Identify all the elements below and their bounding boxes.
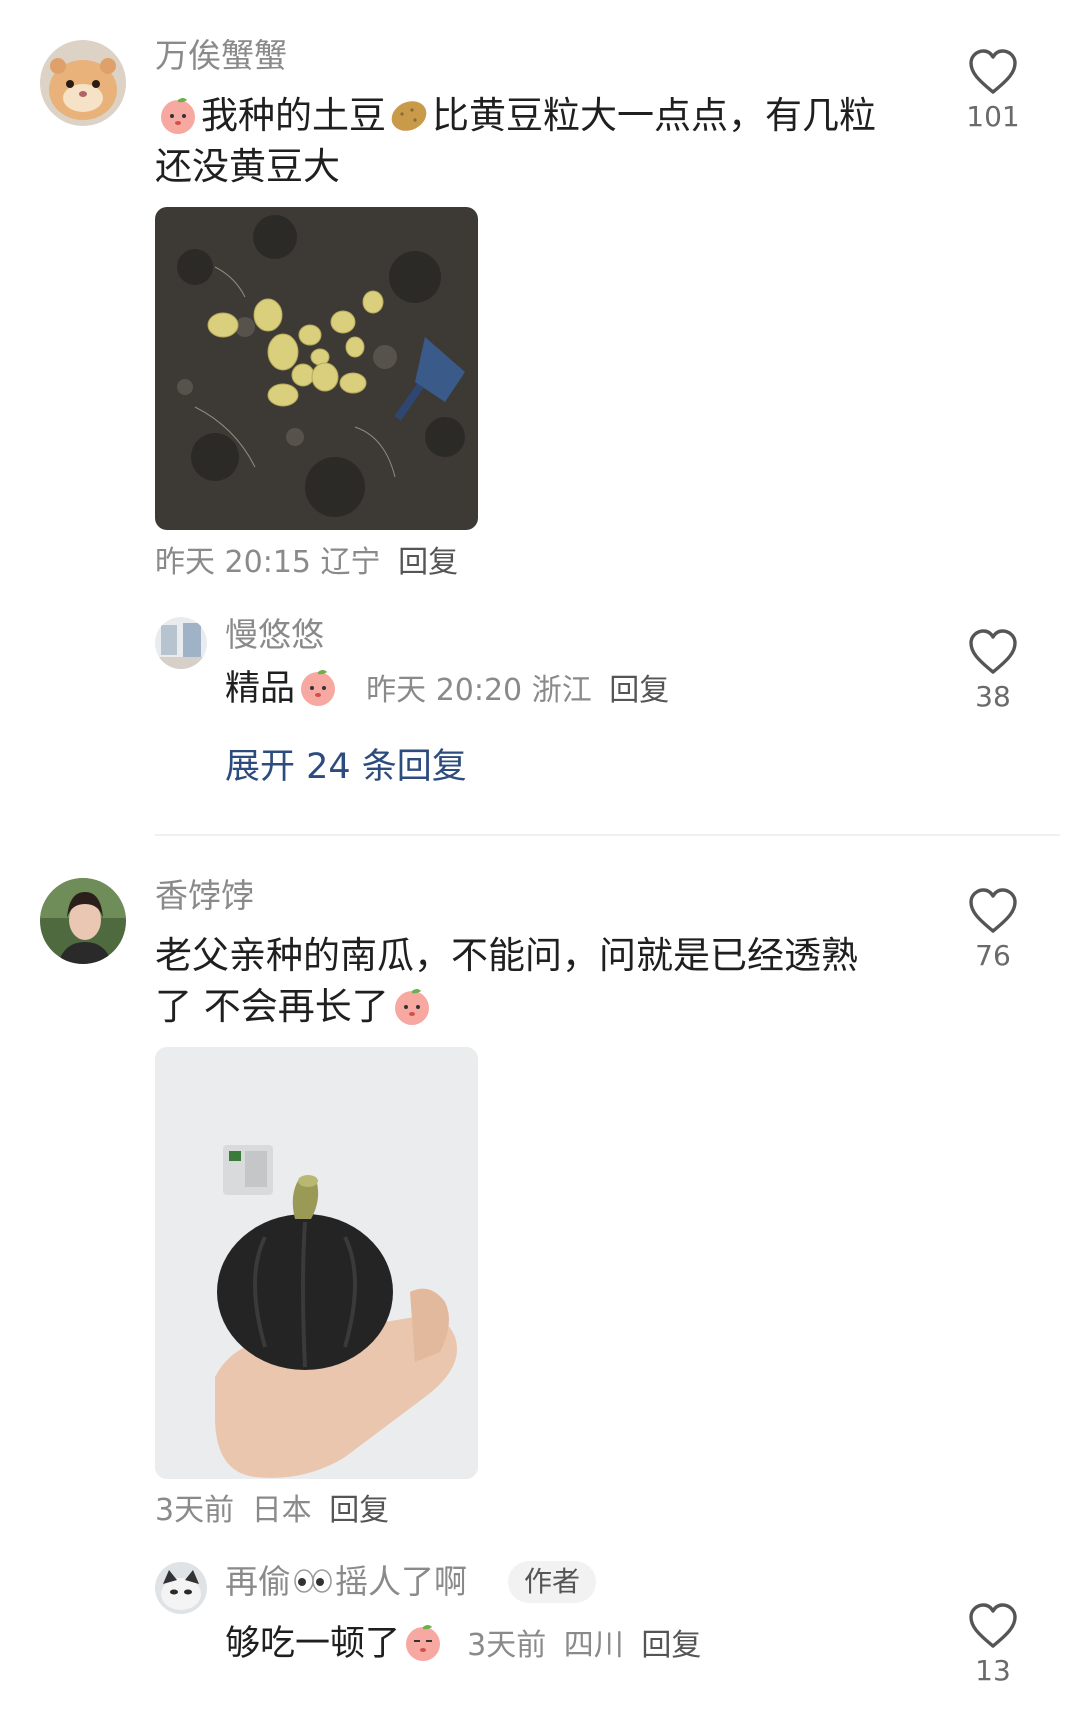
reply-button[interactable]: 回复 (398, 545, 458, 580)
like-count: 13 (975, 1654, 1011, 1687)
comment-time: 昨天 20:15 (155, 545, 311, 580)
like-count: 38 (975, 680, 1011, 713)
comment-meta: 昨天 20:15 辽宁 回复 (155, 544, 458, 582)
commenter-name[interactable]: 万俟蟹蟹 (155, 36, 287, 76)
like-count: 76 (975, 939, 1011, 972)
potato-emoji-icon (388, 94, 430, 136)
pumpkin-in-hand-image (155, 1047, 478, 1479)
avatar-replier-2[interactable] (155, 1562, 207, 1614)
comment-text: 老父亲种的南瓜，不能问，问就是已经透熟 了 不会再长了 (155, 934, 858, 1028)
peach-face-emoji-icon (391, 985, 433, 1027)
heart-outline-icon (969, 49, 1017, 94)
heart-outline-icon (969, 1603, 1017, 1648)
cat-avatar-icon (155, 1562, 207, 1614)
potatoes-in-soil-image (155, 207, 478, 530)
avatar-commenter-2[interactable] (40, 878, 126, 964)
peach-face-emoji-icon (297, 666, 339, 708)
comment-time: 3天前 (155, 1493, 235, 1528)
comment-location: 日本 (251, 1493, 312, 1528)
like-button[interactable]: 13 (953, 1602, 1033, 1688)
heart-outline-icon (969, 629, 1017, 674)
reply-text: 够吃一顿了 3天前 四川 回复 (225, 1620, 701, 1668)
eyes-emoji-icon (293, 1565, 333, 1597)
comment-divider (155, 834, 1060, 836)
reply-button[interactable]: 回复 (609, 673, 669, 708)
author-tag: 作者 (508, 1561, 597, 1603)
like-button[interactable]: 76 (953, 887, 1033, 973)
comment-location: 辽宁 (320, 545, 381, 580)
like-button[interactable]: 38 (953, 628, 1033, 714)
replier-name[interactable]: 慢悠悠 (225, 615, 324, 655)
reply-location: 四川 (563, 1628, 624, 1663)
room-photo-avatar-icon (155, 617, 207, 669)
commenter-name[interactable]: 香饽饽 (155, 876, 254, 916)
avatar-commenter-1[interactable] (40, 40, 126, 126)
expand-replies-link[interactable]: 展开 24 条回复 (225, 745, 467, 789)
reply-text: 精品 昨天 20:20 浙江 回复 (225, 665, 669, 713)
reply-location: 浙江 (531, 673, 592, 708)
heart-outline-icon (969, 888, 1017, 933)
comment-text: 我种的土豆 比黄豆粒大一点点，有几粒 还没黄豆大 (155, 94, 876, 188)
replier-name[interactable]: 再偷 摇人了啊 (225, 1562, 467, 1602)
peach-face-emoji-icon (402, 1621, 444, 1663)
peach-face-emoji-icon (157, 94, 199, 136)
reply-time: 3天前 (467, 1628, 547, 1663)
hamster-avatar-icon (40, 40, 126, 126)
portrait-avatar-icon (40, 878, 126, 964)
comment-photo-potatoes[interactable] (155, 207, 478, 530)
reply-button[interactable]: 回复 (641, 1628, 701, 1663)
reply-button[interactable]: 回复 (329, 1493, 389, 1528)
like-count: 101 (966, 100, 1020, 133)
comment-photo-pumpkin[interactable] (155, 1047, 478, 1479)
comment-meta: 3天前 日本 回复 (155, 1492, 389, 1530)
reply-time: 昨天 20:20 (366, 673, 523, 708)
avatar-replier-1[interactable] (155, 617, 207, 669)
like-button[interactable]: 101 (953, 48, 1033, 134)
